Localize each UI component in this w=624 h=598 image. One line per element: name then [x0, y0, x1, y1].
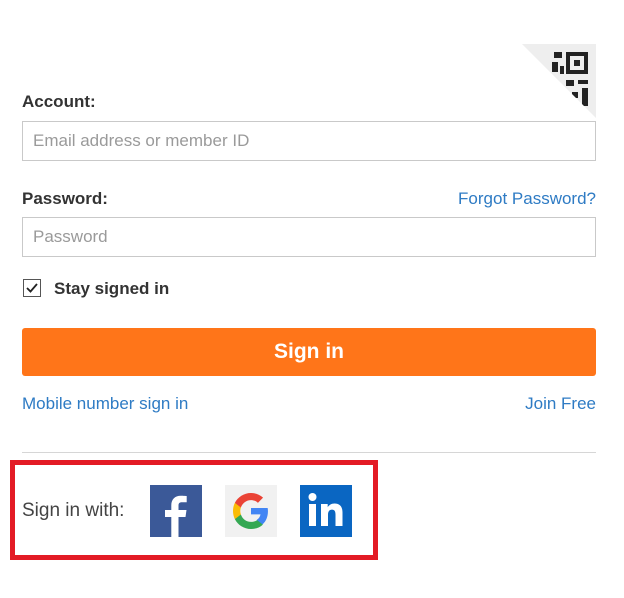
stay-signed-in-checkbox[interactable]	[23, 279, 41, 297]
password-label: Password:	[22, 189, 108, 208]
qr-code-login-toggle[interactable]	[522, 44, 596, 118]
mobile-sign-in-link[interactable]: Mobile number sign in	[22, 394, 188, 414]
divider	[22, 452, 596, 453]
facebook-icon	[150, 485, 202, 537]
facebook-sign-in-button[interactable]	[150, 485, 202, 537]
account-input[interactable]	[22, 121, 596, 161]
google-icon	[225, 485, 277, 537]
password-input[interactable]	[22, 217, 596, 257]
stay-signed-in-label[interactable]: Stay signed in	[54, 279, 169, 299]
sign-in-button[interactable]: Sign in	[22, 328, 596, 376]
checkmark-icon	[26, 283, 38, 293]
google-sign-in-button[interactable]	[225, 485, 277, 537]
forgot-password-link[interactable]: Forgot Password?	[458, 189, 596, 209]
join-free-link[interactable]: Join Free	[525, 394, 596, 414]
linkedin-icon	[300, 485, 352, 537]
qr-code-icon	[522, 44, 596, 118]
sign-in-with-label: Sign in with:	[22, 500, 125, 521]
account-label: Account:	[22, 92, 96, 111]
linkedin-sign-in-button[interactable]	[300, 485, 352, 537]
